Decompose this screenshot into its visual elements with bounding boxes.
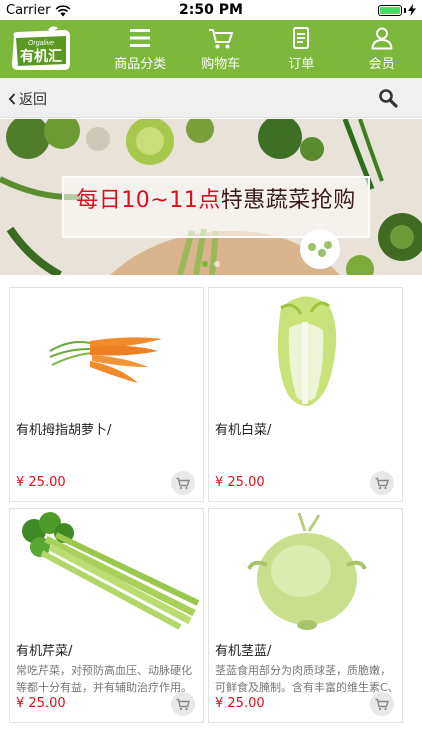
clock: 2:50 PM bbox=[179, 2, 243, 18]
back-bar: 返回 bbox=[0, 78, 422, 118]
carousel-dot[interactable] bbox=[202, 261, 208, 267]
add-to-cart-button[interactable] bbox=[370, 471, 394, 495]
nav-category-label: 商品分类 bbox=[114, 57, 167, 72]
nav-member[interactable]: 会员 bbox=[342, 20, 422, 78]
add-to-cart-button[interactable] bbox=[171, 471, 195, 495]
carousel-dots bbox=[0, 261, 422, 267]
product-card[interactable]: 有机拇指胡萝卜/ ¥ 25.00 bbox=[9, 287, 204, 502]
banner-headline-part2: 特惠蔬菜抢购 bbox=[220, 188, 356, 213]
nav-cart[interactable]: 购物车 bbox=[181, 20, 262, 78]
add-to-cart-button[interactable] bbox=[370, 692, 394, 716]
product-name: 有机茎蓝/ bbox=[215, 644, 272, 659]
product-card[interactable]: 有机茎蓝/ 茎蓝食用部分为肉质球茎，质脆嫩，可鲜食及腌制。含有丰富的维生素C、膳… bbox=[208, 508, 403, 723]
chevron-left-icon bbox=[8, 93, 16, 105]
nav-cart-label: 购物车 bbox=[201, 57, 241, 72]
carrot-image bbox=[49, 337, 162, 383]
nav-category[interactable]: 商品分类 bbox=[100, 20, 181, 78]
cart-icon bbox=[375, 477, 389, 489]
product-description: 常吃芹菜，对预防高血压、动脉硬化等都十分有益，并有辅助治疗作用。 bbox=[16, 664, 192, 694]
brand-logo[interactable]: Orgalive 有机汇 bbox=[8, 26, 74, 72]
battery-indicator bbox=[378, 4, 416, 16]
nav-orders[interactable]: 订单 bbox=[261, 20, 342, 78]
product-card[interactable]: 有机白菜/ ¥ 25.00 bbox=[208, 287, 403, 502]
search-icon[interactable] bbox=[378, 88, 398, 108]
carousel-dot[interactable] bbox=[214, 261, 220, 267]
cart-icon bbox=[375, 698, 389, 710]
logo-tagline: Orgalive bbox=[28, 40, 54, 47]
product-price: ¥ 25.00 bbox=[215, 475, 265, 490]
back-button[interactable]: 返回 bbox=[8, 89, 47, 109]
banner-headline: 每日10~11点特惠蔬菜抢购 bbox=[64, 182, 368, 214]
add-to-cart-button[interactable] bbox=[171, 692, 195, 716]
product-name: 有机芹菜/ bbox=[16, 644, 73, 659]
celery-image bbox=[22, 512, 200, 630]
cabbage-image bbox=[277, 296, 337, 406]
cart-icon bbox=[176, 698, 190, 710]
battery-fill bbox=[380, 6, 400, 14]
user-icon bbox=[371, 27, 393, 50]
order-icon bbox=[293, 27, 310, 49]
status-bar: Carrier 2:50 PM bbox=[0, 0, 422, 20]
product-price: ¥ 25.00 bbox=[16, 475, 66, 490]
product-name: 有机拇指胡萝卜/ bbox=[16, 423, 112, 438]
main-nav: 商品分类 购物车 订单 会员 bbox=[100, 20, 422, 78]
cart-icon bbox=[208, 29, 233, 49]
product-name: 有机白菜/ bbox=[215, 423, 272, 438]
nav-orders-label: 订单 bbox=[288, 57, 315, 72]
nav-member-label: 会员 bbox=[368, 57, 395, 72]
logo-name: 有机汇 bbox=[20, 48, 62, 65]
menu-icon bbox=[130, 29, 151, 47]
back-label: 返回 bbox=[19, 92, 47, 108]
product-price: ¥ 25.00 bbox=[16, 696, 66, 711]
banner-headline-part1: 每日10~11点 bbox=[76, 188, 221, 213]
charging-icon bbox=[408, 4, 416, 16]
app-header: Orgalive 有机汇 商品分类 购物车 订单 会员 bbox=[0, 20, 422, 78]
product-price: ¥ 25.00 bbox=[215, 696, 265, 711]
promo-banner[interactable]: 每日10~11点特惠蔬菜抢购 bbox=[0, 119, 422, 275]
cart-icon bbox=[176, 477, 190, 489]
product-description: 茎蓝食用部分为肉质球茎，质脆嫩，可鲜食及腌制。含有丰富的维生素C、膳食纤维，维生… bbox=[215, 664, 399, 694]
kohlrabi-image bbox=[247, 512, 367, 630]
product-card[interactable]: 有机芹菜/ 常吃芹菜，对预防高血压、动脉硬化等都十分有益，并有辅助治疗作用。 ¥… bbox=[9, 508, 204, 723]
